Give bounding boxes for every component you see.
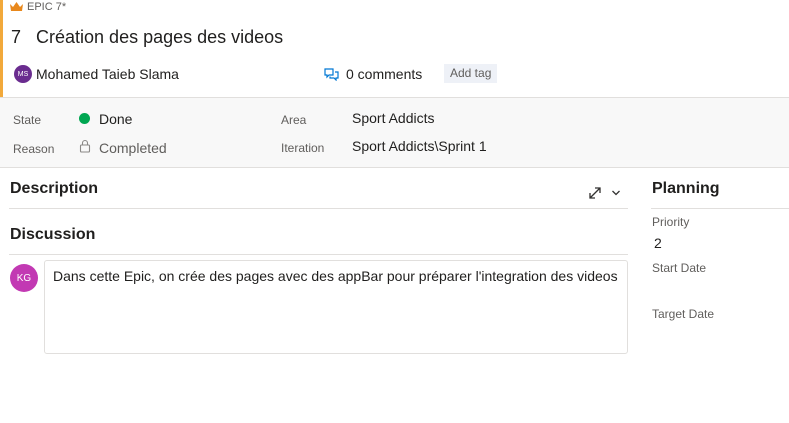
iteration-field[interactable]: Sport Addicts\Sprint 1 (352, 138, 487, 154)
start-date-field[interactable] (652, 278, 782, 298)
work-item-title-row: 7 Création des pages des videos (11, 27, 283, 48)
state-field[interactable]: Done (99, 111, 132, 127)
target-date-label: Target Date (652, 307, 715, 321)
reason-field: Completed (99, 140, 167, 156)
comments-icon (324, 67, 339, 81)
priority-label: Priority (652, 215, 690, 229)
description-divider (9, 208, 628, 209)
work-item-title[interactable]: Création des pages des videos (36, 27, 283, 48)
state-label: State (13, 113, 42, 127)
avatar: KG (10, 264, 38, 292)
meta-row: MS Mohamed Taieb Slama 0 comments Add ta… (14, 64, 789, 84)
assigned-to-field[interactable]: Mohamed Taieb Slama (36, 66, 179, 82)
description-heading: Description (10, 180, 99, 197)
crown-icon (10, 2, 23, 11)
priority-field[interactable]: 2 (654, 235, 662, 251)
work-item-type-color-bar (0, 0, 3, 97)
discussion-heading: Discussion (10, 226, 96, 243)
avatar: MS (14, 65, 32, 83)
iteration-label: Iteration (281, 141, 325, 155)
state-done-indicator (79, 113, 90, 124)
start-date-label: Start Date (652, 261, 707, 275)
comments-link[interactable]: 0 comments (324, 66, 422, 82)
target-date-field[interactable] (652, 324, 782, 344)
chevron-down-icon[interactable] (611, 189, 621, 197)
breadcrumb-label: EPIC 7* (27, 1, 67, 13)
planning-heading: Planning (652, 180, 720, 197)
expand-icon[interactable] (588, 186, 602, 200)
description-toolbar (588, 186, 621, 200)
add-tag-button[interactable]: Add tag (444, 64, 498, 83)
breadcrumb[interactable]: EPIC 7* (10, 0, 66, 14)
planning-divider (651, 208, 789, 209)
work-item-id: 7 (11, 27, 22, 47)
state-panel: State Done Reason Completed Area Sport A… (0, 97, 789, 168)
comments-count: 0 comments (346, 66, 423, 82)
discussion-divider (9, 254, 628, 255)
area-label: Area (281, 113, 307, 127)
lock-icon (79, 139, 91, 153)
discussion-comment-input[interactable]: Dans cette Epic, on crée des pages avec … (44, 260, 628, 354)
reason-label: Reason (13, 142, 55, 156)
area-field[interactable]: Sport Addicts (352, 110, 435, 126)
